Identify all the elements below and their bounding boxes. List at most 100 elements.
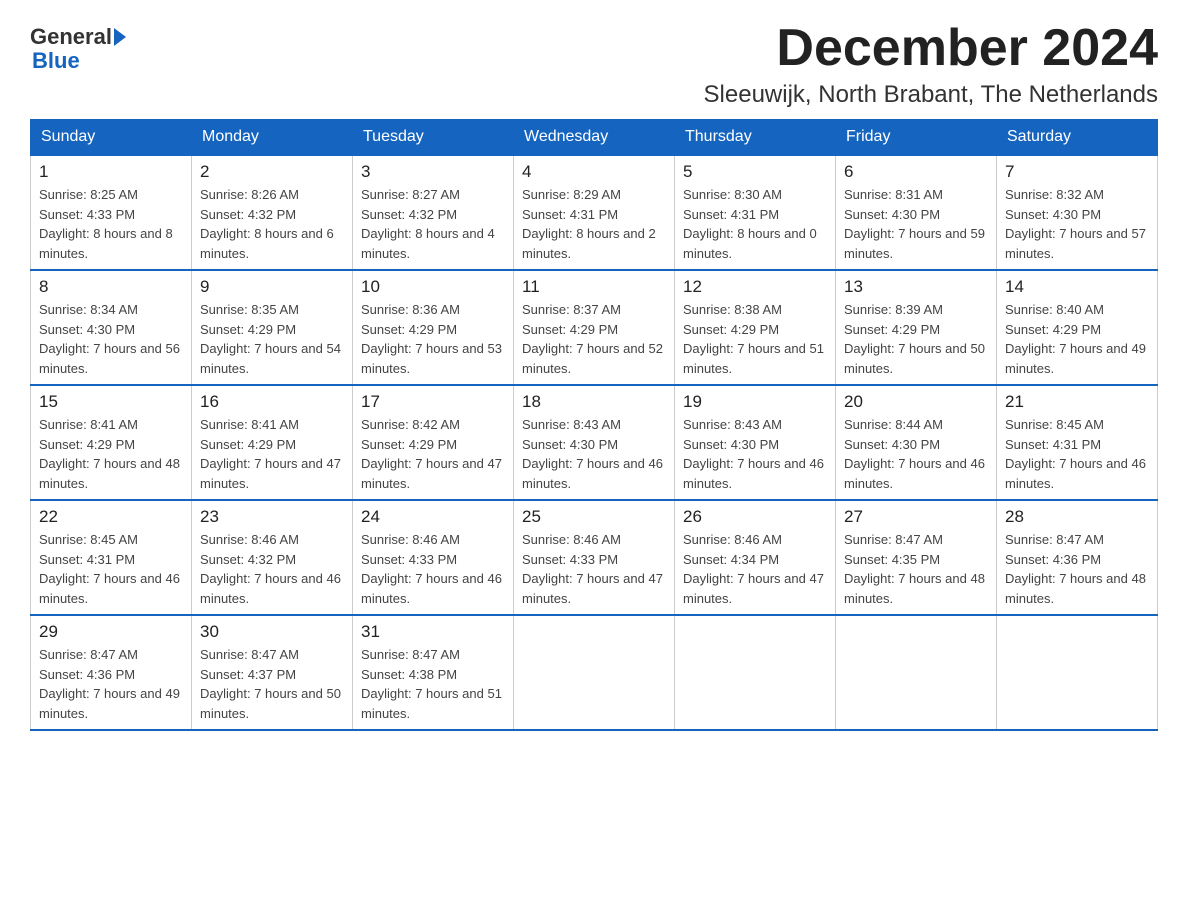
day-number: 23 [200, 507, 344, 527]
day-info: Sunrise: 8:29 AMSunset: 4:31 PMDaylight:… [522, 185, 666, 263]
calendar-cell: 2Sunrise: 8:26 AMSunset: 4:32 PMDaylight… [192, 155, 353, 270]
day-number: 18 [522, 392, 666, 412]
day-info: Sunrise: 8:46 AMSunset: 4:33 PMDaylight:… [522, 530, 666, 608]
weekday-header-wednesday: Wednesday [514, 120, 675, 156]
calendar-cell: 15 Sunrise: 8:41 AMSunset: 4:29 PMDayligh… [31, 385, 192, 500]
day-number: 9 [200, 277, 344, 297]
month-year-title: December 2024 [704, 20, 1158, 77]
day-info: Sunrise: 8:43 AMSunset: 4:30 PMDaylight:… [683, 415, 827, 493]
calendar-cell: 18Sunrise: 8:43 AMSunset: 4:30 PMDayligh… [514, 385, 675, 500]
day-number: 25 [522, 507, 666, 527]
calendar-cell: 24 Sunrise: 8:46 AMSunset: 4:33 PMDayligh… [353, 500, 514, 615]
logo: General Blue [30, 20, 126, 73]
day-info: Sunrise: 8:31 AMSunset: 4:30 PMDaylight:… [844, 185, 988, 263]
day-info: Sunrise: 8:30 AMSunset: 4:31 PMDaylight:… [683, 185, 827, 263]
calendar-cell: 27 Sunrise: 8:47 AMSunset: 4:35 PMDayligh… [836, 500, 997, 615]
day-number: 20 [844, 392, 988, 412]
day-number: 1 [39, 162, 183, 182]
weekday-header-thursday: Thursday [675, 120, 836, 156]
calendar-cell: 7Sunrise: 8:32 AMSunset: 4:30 PMDaylight… [997, 155, 1158, 270]
day-number: 29 [39, 622, 183, 642]
day-number: 13 [844, 277, 988, 297]
day-info: Sunrise: 8:45 AMSunset: 4:31 PMDaylight:… [1005, 415, 1149, 493]
calendar-cell: 3 Sunrise: 8:27 AMSunset: 4:32 PMDaylight… [353, 155, 514, 270]
logo-arrow-icon [114, 28, 126, 46]
calendar-cell [997, 615, 1158, 730]
day-number: 11 [522, 277, 666, 297]
day-number: 10 [361, 277, 505, 297]
calendar-cell: 11 Sunrise: 8:37 AMSunset: 4:29 PMDayligh… [514, 270, 675, 385]
location-subtitle: Sleeuwijk, North Brabant, The Netherland… [704, 81, 1158, 109]
weekday-header-friday: Friday [836, 120, 997, 156]
calendar-week-row: 8Sunrise: 8:34 AMSunset: 4:30 PMDaylight… [31, 270, 1158, 385]
calendar-cell: 8Sunrise: 8:34 AMSunset: 4:30 PMDaylight… [31, 270, 192, 385]
day-info: Sunrise: 8:38 AMSunset: 4:29 PMDaylight:… [683, 300, 827, 378]
day-number: 19 [683, 392, 827, 412]
calendar-cell: 12Sunrise: 8:38 AMSunset: 4:29 PMDayligh… [675, 270, 836, 385]
day-number: 4 [522, 162, 666, 182]
calendar-table: SundayMondayTuesdayWednesdayThursdayFrid… [30, 119, 1158, 731]
weekday-header-row: SundayMondayTuesdayWednesdayThursdayFrid… [31, 120, 1158, 156]
calendar-cell: 9 Sunrise: 8:35 AMSunset: 4:29 PMDaylight… [192, 270, 353, 385]
day-info: Sunrise: 8:27 AMSunset: 4:32 PMDaylight:… [361, 185, 505, 263]
day-number: 28 [1005, 507, 1149, 527]
calendar-cell: 23 Sunrise: 8:46 AMSunset: 4:32 PMDayligh… [192, 500, 353, 615]
day-info: Sunrise: 8:47 AMSunset: 4:35 PMDaylight:… [844, 530, 988, 608]
day-number: 22 [39, 507, 183, 527]
day-number: 6 [844, 162, 988, 182]
day-info: Sunrise: 8:41 AMSunset: 4:29 PMDaylight:… [39, 415, 183, 493]
calendar-cell: 5 Sunrise: 8:30 AMSunset: 4:31 PMDaylight… [675, 155, 836, 270]
day-info: Sunrise: 8:26 AMSunset: 4:32 PMDaylight:… [200, 185, 344, 263]
day-number: 14 [1005, 277, 1149, 297]
day-info: Sunrise: 8:46 AMSunset: 4:32 PMDaylight:… [200, 530, 344, 608]
day-info: Sunrise: 8:36 AMSunset: 4:29 PMDaylight:… [361, 300, 505, 378]
logo-general: General [30, 25, 112, 49]
day-info: Sunrise: 8:37 AMSunset: 4:29 PMDaylight:… [522, 300, 666, 378]
calendar-cell: 14Sunrise: 8:40 AMSunset: 4:29 PMDayligh… [997, 270, 1158, 385]
calendar-cell: 26Sunrise: 8:46 AMSunset: 4:34 PMDayligh… [675, 500, 836, 615]
day-info: Sunrise: 8:45 AMSunset: 4:31 PMDaylight:… [39, 530, 183, 608]
weekday-header-tuesday: Tuesday [353, 120, 514, 156]
calendar-cell: 10 Sunrise: 8:36 AMSunset: 4:29 PMDayligh… [353, 270, 514, 385]
calendar-cell: 25 Sunrise: 8:46 AMSunset: 4:33 PMDayligh… [514, 500, 675, 615]
day-number: 27 [844, 507, 988, 527]
day-number: 17 [361, 392, 505, 412]
calendar-cell: 17 Sunrise: 8:42 AMSunset: 4:29 PMDayligh… [353, 385, 514, 500]
calendar-week-row: 15 Sunrise: 8:41 AMSunset: 4:29 PMDayligh… [31, 385, 1158, 500]
calendar-cell: 4 Sunrise: 8:29 AMSunset: 4:31 PMDaylight… [514, 155, 675, 270]
calendar-cell: 1 Sunrise: 8:25 AMSunset: 4:33 PMDaylight… [31, 155, 192, 270]
calendar-cell [836, 615, 997, 730]
day-number: 3 [361, 162, 505, 182]
day-info: Sunrise: 8:47 AMSunset: 4:36 PMDaylight:… [1005, 530, 1149, 608]
calendar-cell: 21Sunrise: 8:45 AMSunset: 4:31 PMDayligh… [997, 385, 1158, 500]
day-number: 16 [200, 392, 344, 412]
day-info: Sunrise: 8:41 AMSunset: 4:29 PMDaylight:… [200, 415, 344, 493]
day-info: Sunrise: 8:25 AMSunset: 4:33 PMDaylight:… [39, 185, 183, 263]
day-info: Sunrise: 8:42 AMSunset: 4:29 PMDaylight:… [361, 415, 505, 493]
calendar-cell: 29 Sunrise: 8:47 AMSunset: 4:36 PMDayligh… [31, 615, 192, 730]
calendar-week-row: 1 Sunrise: 8:25 AMSunset: 4:33 PMDaylight… [31, 155, 1158, 270]
day-number: 7 [1005, 162, 1149, 182]
day-info: Sunrise: 8:46 AMSunset: 4:34 PMDaylight:… [683, 530, 827, 608]
day-number: 5 [683, 162, 827, 182]
day-info: Sunrise: 8:47 AMSunset: 4:38 PMDaylight:… [361, 645, 505, 723]
calendar-cell: 22 Sunrise: 8:45 AMSunset: 4:31 PMDayligh… [31, 500, 192, 615]
day-number: 24 [361, 507, 505, 527]
calendar-week-row: 29 Sunrise: 8:47 AMSunset: 4:36 PMDayligh… [31, 615, 1158, 730]
day-info: Sunrise: 8:47 AMSunset: 4:37 PMDaylight:… [200, 645, 344, 723]
page-header: General Blue December 2024 Sleeuwijk, No… [30, 20, 1158, 109]
day-number: 31 [361, 622, 505, 642]
day-number: 15 [39, 392, 183, 412]
calendar-cell: 6 Sunrise: 8:31 AMSunset: 4:30 PMDaylight… [836, 155, 997, 270]
calendar-cell: 16 Sunrise: 8:41 AMSunset: 4:29 PMDayligh… [192, 385, 353, 500]
day-number: 30 [200, 622, 344, 642]
weekday-header-saturday: Saturday [997, 120, 1158, 156]
day-info: Sunrise: 8:35 AMSunset: 4:29 PMDaylight:… [200, 300, 344, 378]
logo-blue: Blue [32, 48, 80, 73]
day-info: Sunrise: 8:46 AMSunset: 4:33 PMDaylight:… [361, 530, 505, 608]
day-info: Sunrise: 8:34 AMSunset: 4:30 PMDaylight:… [39, 300, 183, 378]
calendar-cell: 19 Sunrise: 8:43 AMSunset: 4:30 PMDayligh… [675, 385, 836, 500]
calendar-cell: 20Sunrise: 8:44 AMSunset: 4:30 PMDayligh… [836, 385, 997, 500]
day-info: Sunrise: 8:39 AMSunset: 4:29 PMDaylight:… [844, 300, 988, 378]
day-info: Sunrise: 8:47 AMSunset: 4:36 PMDaylight:… [39, 645, 183, 723]
